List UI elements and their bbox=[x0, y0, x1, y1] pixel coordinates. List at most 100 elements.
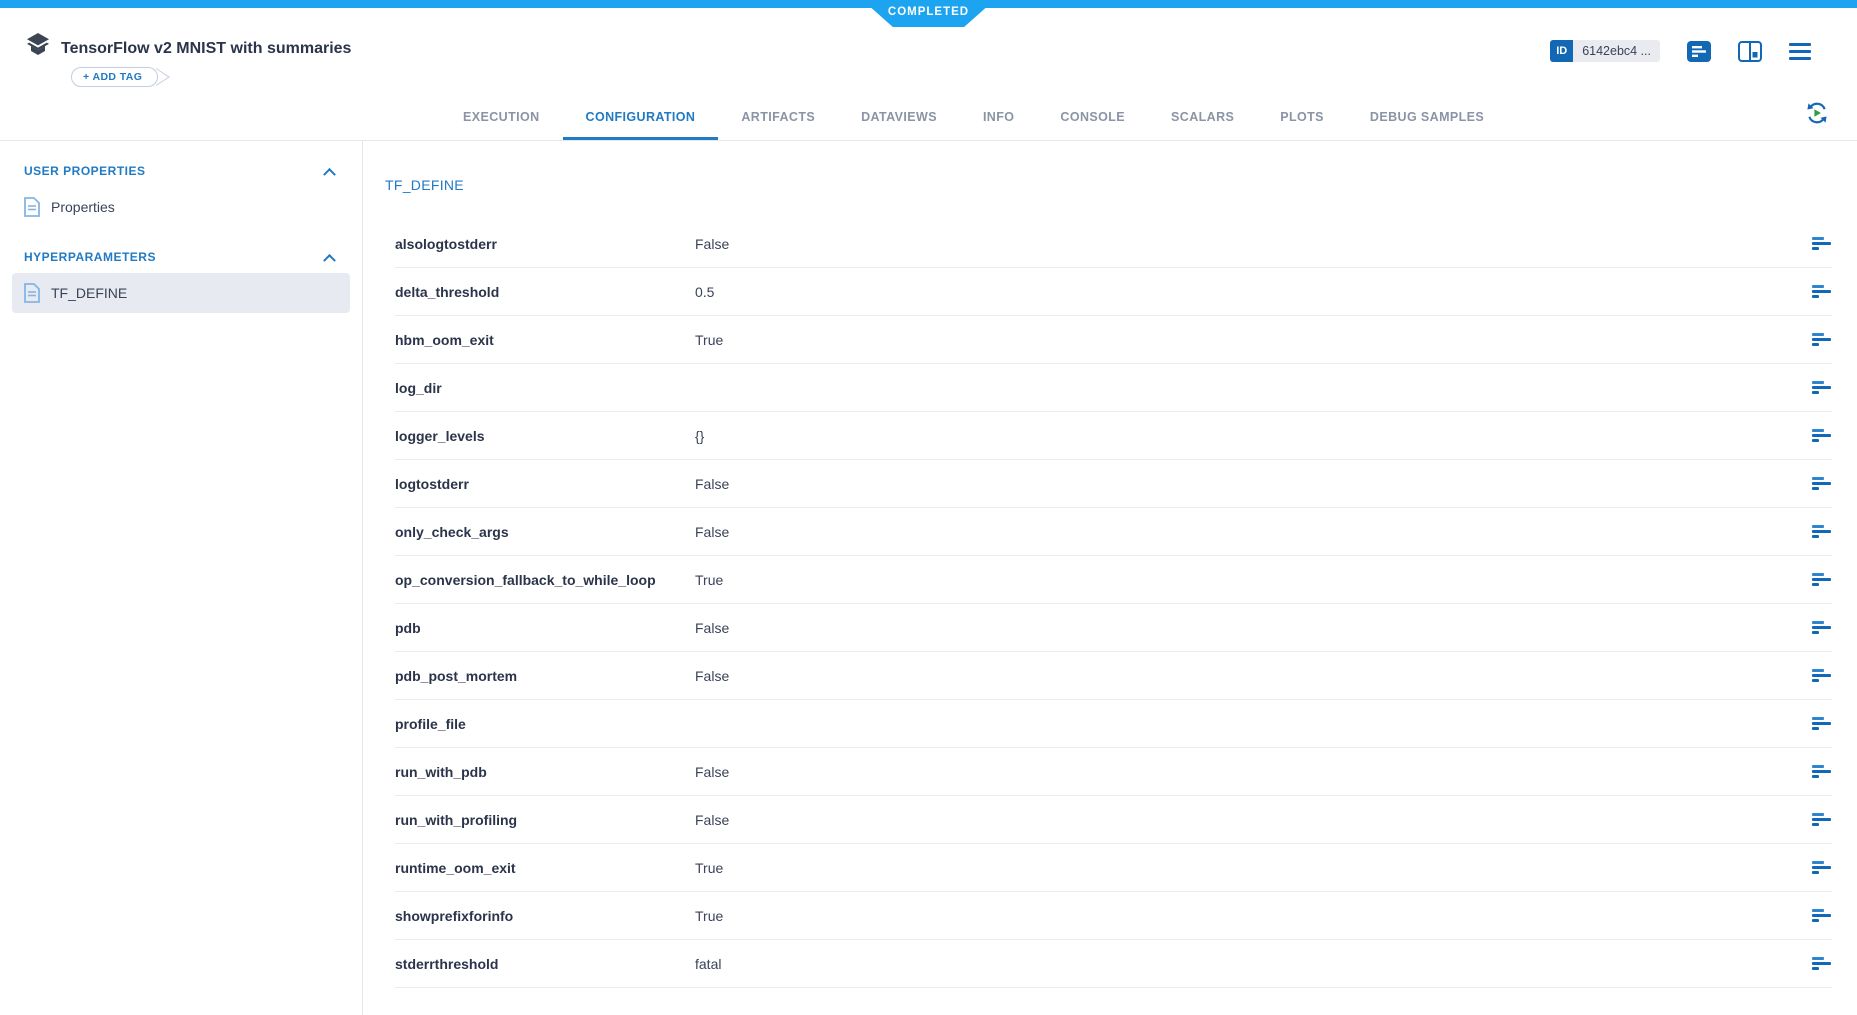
tab-bar: EXECUTIONCONFIGURATIONARTIFACTSDATAVIEWS… bbox=[440, 96, 1507, 140]
param-description-icon[interactable] bbox=[1812, 282, 1832, 301]
param-row: stderrthreshold fatal bbox=[395, 940, 1832, 988]
param-name: logtostderr bbox=[395, 476, 695, 492]
section-header-hyperparameters[interactable]: HYPERPARAMETERS bbox=[0, 243, 362, 271]
param-value: 0.5 bbox=[695, 284, 1812, 300]
param-description-icon[interactable] bbox=[1812, 810, 1832, 829]
param-row: only_check_args False bbox=[395, 508, 1832, 556]
sidebar: USER PROPERTIES Properties HYPERPARAMETE… bbox=[0, 141, 363, 1015]
auto-refresh-button[interactable] bbox=[1805, 101, 1829, 130]
param-name: runtime_oom_exit bbox=[395, 860, 695, 876]
param-description-icon[interactable] bbox=[1812, 474, 1832, 493]
header: TensorFlow v2 MNIST with summaries + ADD… bbox=[0, 8, 1857, 141]
add-tag-label: + ADD TAG bbox=[83, 71, 142, 83]
sidebar-section-user-properties: USER PROPERTIES Properties bbox=[0, 157, 362, 227]
param-description-icon[interactable] bbox=[1812, 762, 1832, 781]
param-description-icon[interactable] bbox=[1812, 426, 1832, 445]
tab-console[interactable]: CONSOLE bbox=[1037, 96, 1148, 140]
param-row: logtostderr False bbox=[395, 460, 1832, 508]
info-panel-toggle-button[interactable] bbox=[1738, 41, 1762, 62]
main-content: TF_DEFINE alsologtostderr False delta_th… bbox=[363, 141, 1857, 1015]
sidebar-section-hyperparameters: HYPERPARAMETERS TF_DEFINE bbox=[0, 243, 362, 313]
param-description-icon[interactable] bbox=[1812, 618, 1832, 637]
param-row: pdb_post_mortem False bbox=[395, 652, 1832, 700]
param-value: fatal bbox=[695, 956, 1812, 972]
section-title: USER PROPERTIES bbox=[24, 164, 146, 178]
tab-dataviews[interactable]: DATAVIEWS bbox=[838, 96, 960, 140]
param-row: profile_file bbox=[395, 700, 1832, 748]
param-value: False bbox=[695, 620, 1812, 636]
panel-chart-icon bbox=[1738, 41, 1762, 62]
param-value: True bbox=[695, 908, 1812, 924]
refresh-play-icon bbox=[1805, 101, 1829, 125]
document-icon bbox=[24, 197, 40, 217]
tab-scalars[interactable]: SCALARS bbox=[1148, 96, 1257, 140]
param-row: run_with_pdb False bbox=[395, 748, 1832, 796]
param-description-icon[interactable] bbox=[1812, 954, 1832, 973]
document-icon bbox=[24, 283, 40, 303]
param-name: logger_levels bbox=[395, 428, 695, 444]
param-value: True bbox=[695, 860, 1812, 876]
tab-configuration[interactable]: CONFIGURATION bbox=[563, 96, 719, 140]
param-row: hbm_oom_exit True bbox=[395, 316, 1832, 364]
param-value: False bbox=[695, 668, 1812, 684]
param-name: pdb bbox=[395, 620, 695, 636]
experiment-title[interactable]: TensorFlow v2 MNIST with summaries bbox=[61, 40, 351, 58]
param-name: alsologtostderr bbox=[395, 236, 695, 252]
param-name: delta_threshold bbox=[395, 284, 695, 300]
param-name: profile_file bbox=[395, 716, 695, 732]
param-value: False bbox=[695, 236, 1812, 252]
sidebar-item-properties[interactable]: Properties bbox=[12, 187, 350, 227]
tab-info[interactable]: INFO bbox=[960, 96, 1037, 140]
menu-button[interactable] bbox=[1789, 43, 1811, 60]
param-name: pdb_post_mortem bbox=[395, 668, 695, 684]
param-description-icon[interactable] bbox=[1812, 522, 1832, 541]
header-actions: ID 6142ebc4 ... bbox=[1550, 40, 1811, 62]
tab-plots[interactable]: PLOTS bbox=[1257, 96, 1347, 140]
param-value: True bbox=[695, 572, 1812, 588]
param-row: op_conversion_fallback_to_while_loop Tru… bbox=[395, 556, 1832, 604]
experiment-icon bbox=[26, 32, 50, 60]
param-row: alsologtostderr False bbox=[395, 220, 1832, 268]
id-label: ID bbox=[1550, 40, 1573, 62]
param-description-icon[interactable] bbox=[1812, 330, 1832, 349]
param-description-icon[interactable] bbox=[1812, 666, 1832, 685]
param-name: op_conversion_fallback_to_while_loop bbox=[395, 572, 695, 588]
param-description-icon[interactable] bbox=[1812, 714, 1832, 733]
param-value: False bbox=[695, 812, 1812, 828]
param-value: True bbox=[695, 332, 1812, 348]
details-panel-button[interactable] bbox=[1687, 41, 1711, 62]
param-description-icon[interactable] bbox=[1812, 570, 1832, 589]
param-row: showprefixforinfo True bbox=[395, 892, 1832, 940]
param-name: run_with_profiling bbox=[395, 812, 695, 828]
param-row: runtime_oom_exit True bbox=[395, 844, 1832, 892]
param-name: only_check_args bbox=[395, 524, 695, 540]
tab-debug-samples[interactable]: DEBUG SAMPLES bbox=[1347, 96, 1507, 140]
notes-panel-icon bbox=[1687, 41, 1711, 62]
status-label: COMPLETED bbox=[888, 6, 969, 18]
param-description-icon[interactable] bbox=[1812, 858, 1832, 877]
param-name: stderrthreshold bbox=[395, 956, 695, 972]
param-row: logger_levels {} bbox=[395, 412, 1832, 460]
add-tag-button[interactable]: + ADD TAG bbox=[71, 67, 183, 87]
param-value: {} bbox=[695, 428, 1812, 444]
sidebar-item-tf-define[interactable]: TF_DEFINE bbox=[12, 273, 350, 313]
param-name: run_with_pdb bbox=[395, 764, 695, 780]
chevron-up-icon[interactable] bbox=[323, 253, 336, 266]
tab-artifacts[interactable]: ARTIFACTS bbox=[718, 96, 838, 140]
param-description-icon[interactable] bbox=[1812, 378, 1832, 397]
id-value: 6142ebc4 ... bbox=[1573, 40, 1660, 62]
param-table: alsologtostderr False delta_threshold 0.… bbox=[395, 220, 1832, 988]
param-description-icon[interactable] bbox=[1812, 906, 1832, 925]
section-header-user-properties[interactable]: USER PROPERTIES bbox=[0, 157, 362, 185]
param-value: False bbox=[695, 524, 1812, 540]
param-name: hbm_oom_exit bbox=[395, 332, 695, 348]
app-window: COMPLETED TensorFlow v2 MNIST with summa… bbox=[0, 0, 1857, 1015]
param-name: log_dir bbox=[395, 380, 695, 396]
chevron-up-icon[interactable] bbox=[323, 167, 336, 180]
page-body: USER PROPERTIES Properties HYPERPARAMETE… bbox=[0, 141, 1857, 1015]
tab-execution[interactable]: EXECUTION bbox=[440, 96, 563, 140]
param-description-icon[interactable] bbox=[1812, 234, 1832, 253]
param-row: delta_threshold 0.5 bbox=[395, 268, 1832, 316]
experiment-id-chip[interactable]: ID 6142ebc4 ... bbox=[1550, 40, 1660, 62]
param-row: run_with_profiling False bbox=[395, 796, 1832, 844]
